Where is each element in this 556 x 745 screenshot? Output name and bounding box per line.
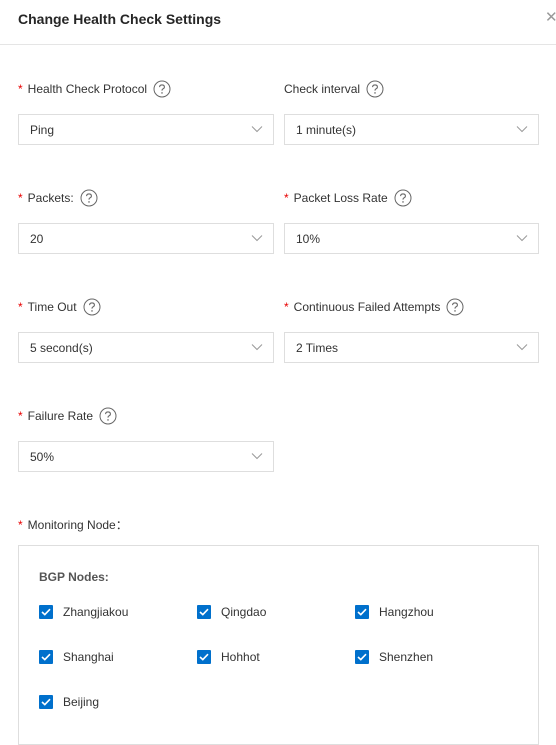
failed-attempts-label: * Continuous Failed Attempts: [284, 298, 464, 316]
checkmark-icon[interactable]: [355, 650, 369, 664]
failed-attempts-value: 2 Times: [296, 341, 339, 355]
node-checkbox-hangzhou[interactable]: Hangzhou: [355, 605, 434, 619]
node-checkbox-beijing[interactable]: Beijing: [39, 695, 99, 709]
node-label: Hangzhou: [379, 605, 434, 619]
node-checkbox-qingdao[interactable]: Qingdao: [197, 605, 266, 619]
dialog-header: Change Health Check Settings ✕: [0, 0, 556, 45]
loss-rate-label-text: Packet Loss Rate: [293, 191, 388, 205]
chevron-down-icon: [251, 126, 263, 133]
required-mark: *: [18, 82, 23, 96]
node-checkbox-shenzhen[interactable]: Shenzhen: [355, 650, 433, 664]
loss-rate-value: 10%: [296, 232, 321, 246]
failure-rate-select[interactable]: 50%: [18, 441, 274, 472]
failure-rate-label-text: Failure Rate: [27, 409, 94, 423]
node-label: Hohhot: [221, 650, 260, 664]
close-icon[interactable]: ✕: [545, 9, 556, 27]
node-label: Shenzhen: [379, 650, 434, 664]
protocol-value: Ping: [30, 123, 55, 137]
required-mark: *: [284, 191, 289, 205]
node-label: Shanghai: [63, 650, 114, 664]
timeout-select[interactable]: 5 second(s): [18, 332, 274, 363]
question-circle-icon[interactable]: [366, 80, 384, 98]
question-circle-icon[interactable]: [83, 298, 101, 316]
timeout-label: * Time Out: [18, 298, 101, 316]
question-circle-icon[interactable]: [394, 189, 412, 207]
checkmark-icon[interactable]: [355, 605, 369, 619]
checkmark-icon[interactable]: [197, 650, 211, 664]
failed-attempts-select[interactable]: 2 Times: [284, 332, 539, 363]
checkmark-icon[interactable]: [197, 605, 211, 619]
chevron-down-icon: [251, 235, 263, 242]
failure-rate-label: * Failure Rate: [18, 407, 117, 425]
required-mark: *: [18, 518, 23, 532]
bgp-nodes-title: BGP Nodes:: [39, 570, 109, 584]
protocol-select[interactable]: Ping: [18, 114, 274, 145]
required-mark: *: [18, 409, 23, 423]
protocol-label-text: Health Check Protocol: [27, 82, 148, 96]
loss-rate-select[interactable]: 10%: [284, 223, 539, 254]
interval-value: 1 minute(s): [296, 123, 357, 137]
question-circle-icon[interactable]: [153, 80, 171, 98]
node-label: Zhangjiakou: [63, 605, 129, 619]
packets-label-text: Packets:: [27, 191, 74, 205]
packets-select[interactable]: 20: [18, 223, 274, 254]
loss-rate-label: * Packet Loss Rate: [284, 189, 412, 207]
question-circle-icon[interactable]: [446, 298, 464, 316]
chevron-down-icon: [251, 344, 263, 351]
chevron-down-icon: [516, 344, 528, 351]
node-label: Beijing: [63, 695, 100, 709]
packets-value: 20: [30, 232, 44, 246]
monitoring-node-label-text: Monitoring Node：: [27, 518, 128, 532]
interval-label: Check interval: [284, 80, 384, 98]
node-label: Qingdao: [221, 605, 267, 619]
node-checkbox-zhangjiakou[interactable]: Zhangjiakou: [39, 605, 128, 619]
node-checkbox-shanghai[interactable]: Shanghai: [39, 650, 114, 664]
interval-label-text: Check interval: [284, 82, 361, 96]
dialog-title: Change Health Check Settings: [18, 11, 222, 27]
interval-select[interactable]: 1 minute(s): [284, 114, 539, 145]
chevron-down-icon: [251, 453, 263, 460]
required-mark: *: [18, 300, 23, 314]
required-mark: *: [18, 191, 23, 205]
required-mark: *: [284, 300, 289, 314]
chevron-down-icon: [516, 235, 528, 242]
question-circle-icon[interactable]: [99, 407, 117, 425]
checkmark-icon[interactable]: [39, 650, 53, 664]
failure-rate-value: 50%: [30, 450, 55, 464]
timeout-value: 5 second(s): [30, 341, 93, 355]
monitoring-node-label: * Monitoring Node：: [18, 517, 128, 533]
chevron-down-icon: [516, 126, 528, 133]
packets-label: * Packets:: [18, 189, 98, 207]
checkmark-icon[interactable]: [39, 695, 53, 709]
checkmark-icon[interactable]: [39, 605, 53, 619]
timeout-label-text: Time Out: [27, 300, 77, 314]
protocol-label: * Health Check Protocol: [18, 80, 171, 98]
failed-attempts-label-text: Continuous Failed Attempts: [293, 300, 441, 314]
node-checkbox-hohhot[interactable]: Hohhot: [197, 650, 260, 664]
question-circle-icon[interactable]: [80, 189, 98, 207]
